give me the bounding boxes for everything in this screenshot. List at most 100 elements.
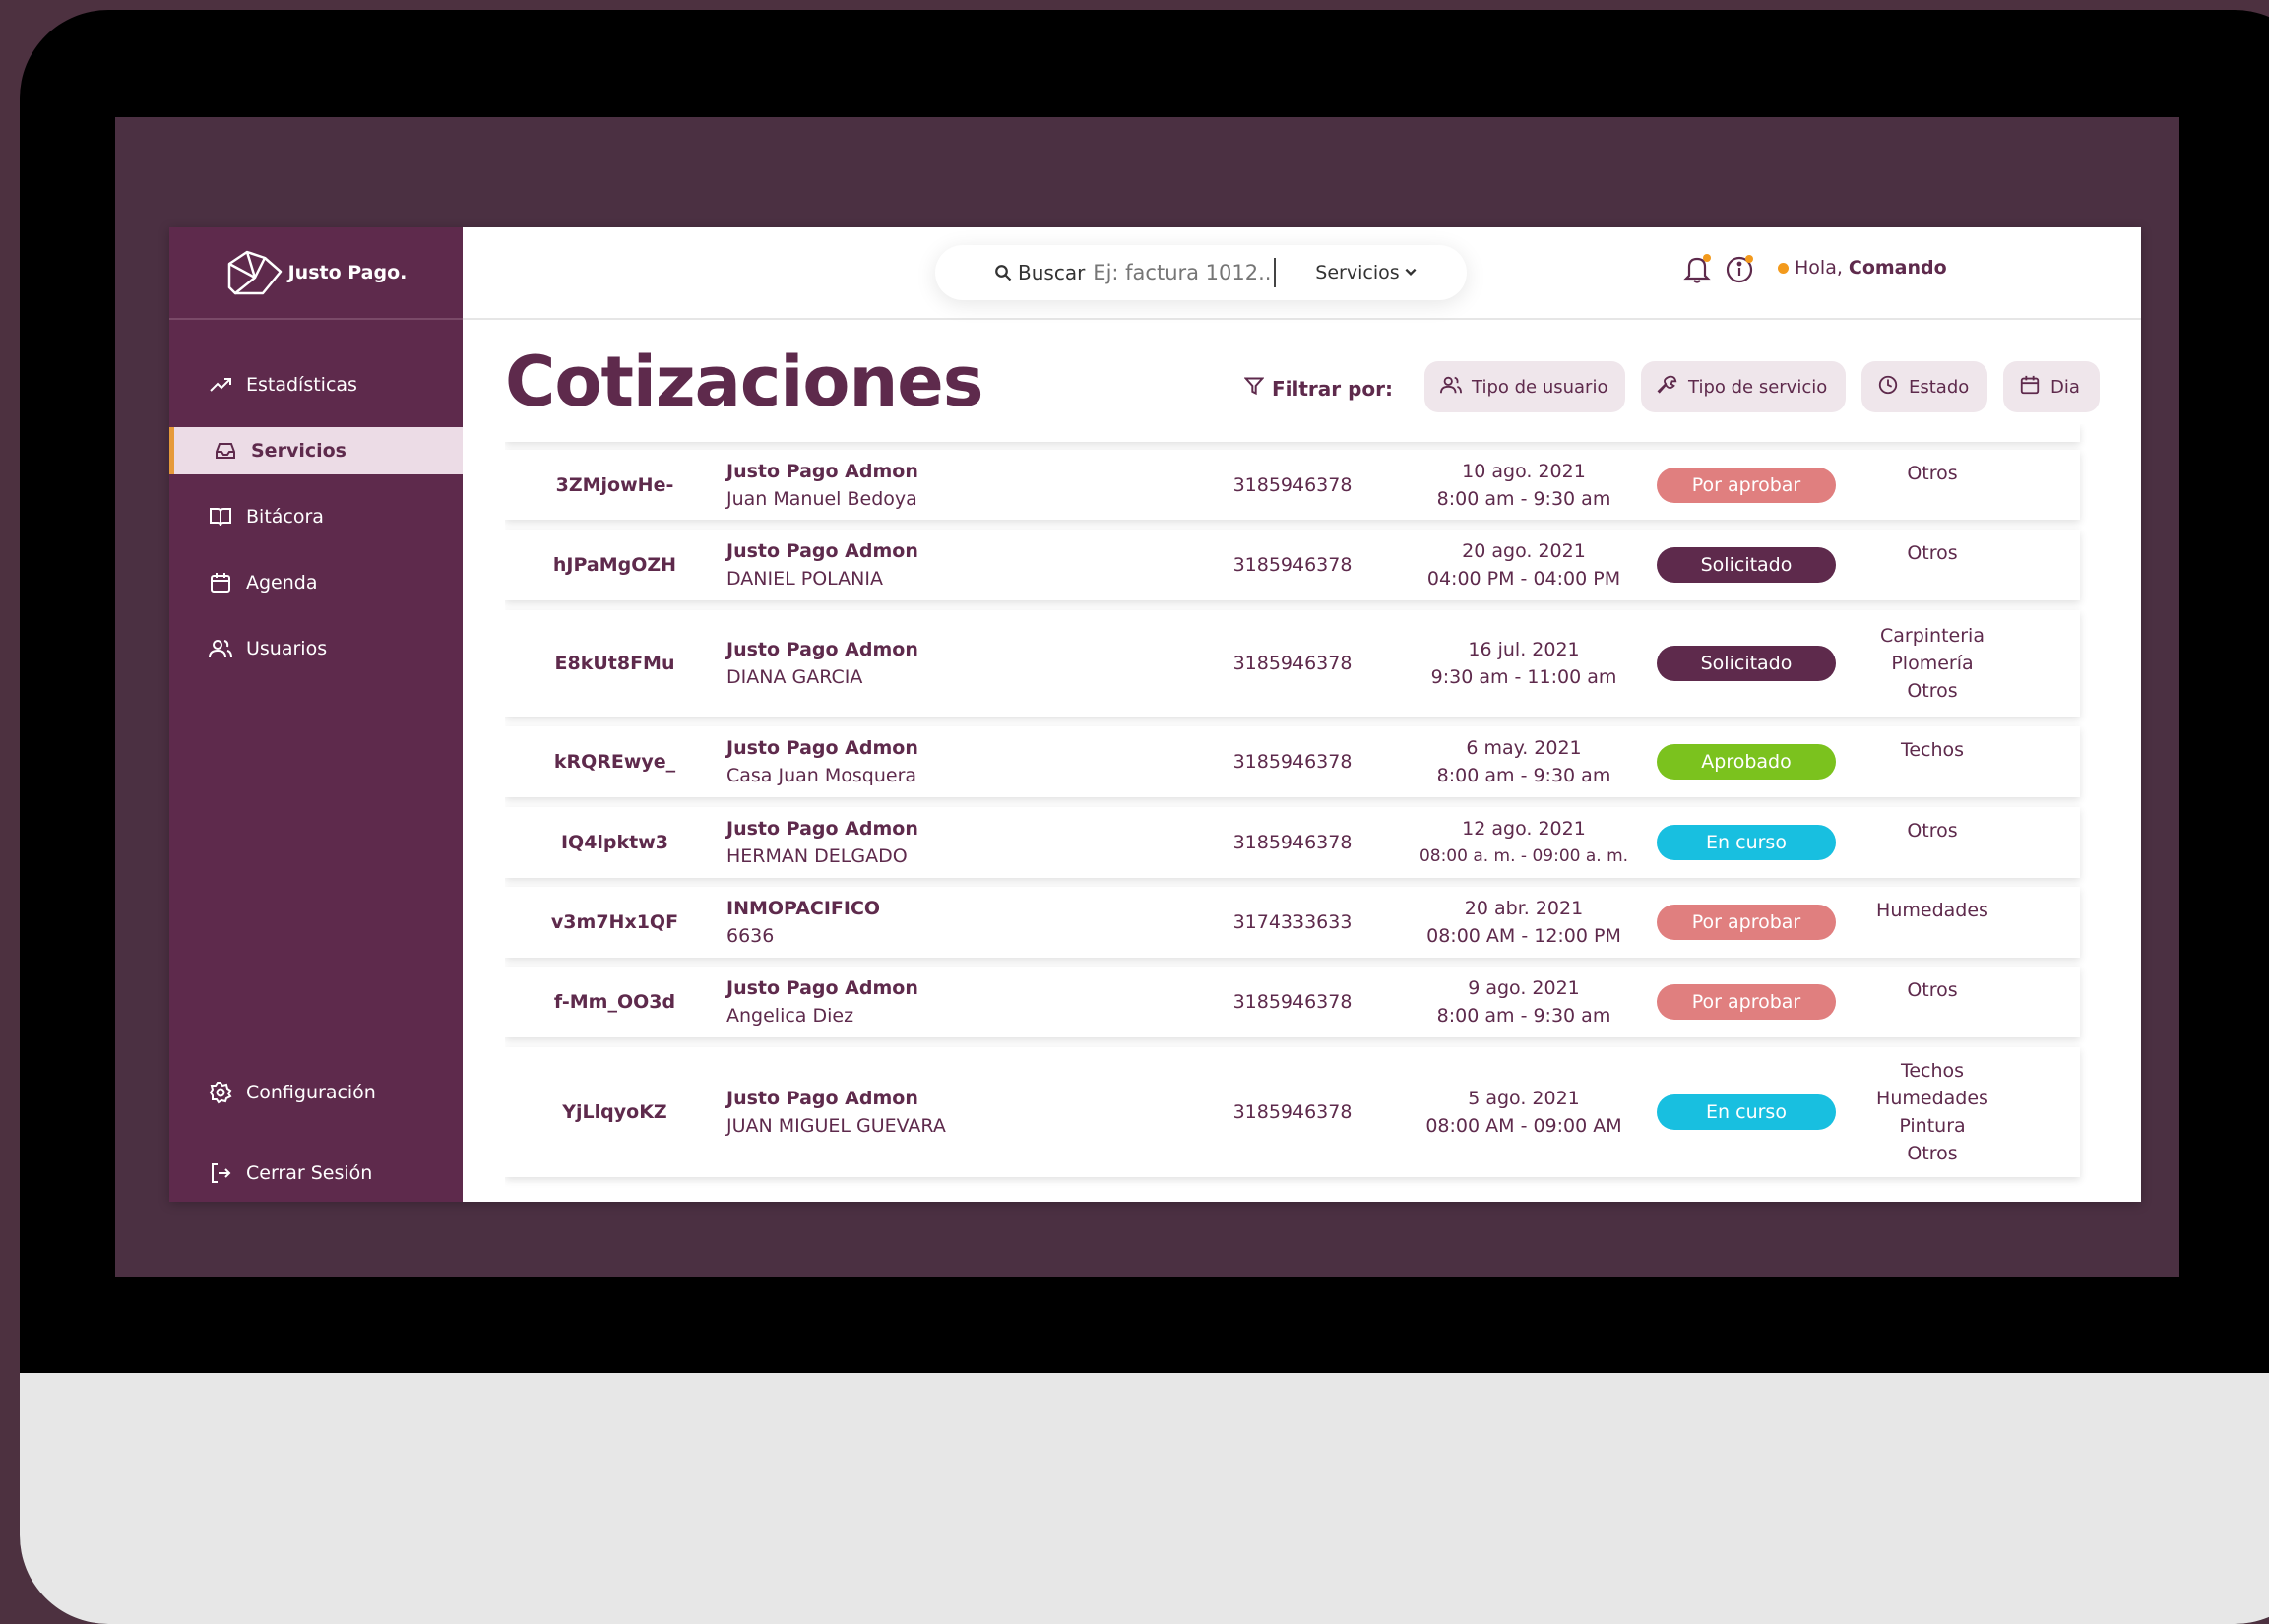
logo[interactable]: Justo Pago.: [169, 227, 463, 320]
phone: 3185946378: [1232, 554, 1353, 576]
category: Otros: [1907, 820, 1958, 842]
status-cell: Aprobado: [1657, 726, 1836, 797]
filter-label: Filtrar por:: [1243, 376, 1394, 401]
date: 9 ago. 2021: [1468, 977, 1580, 999]
search-bar[interactable]: Buscar Servicios: [935, 245, 1467, 300]
category: Plomería: [1891, 653, 1974, 674]
time-range: 8:00 am - 9:30 am: [1436, 487, 1611, 510]
sidebar-item-agenda[interactable]: Agenda: [169, 559, 463, 606]
quote-id: kRQREwye_: [553, 751, 676, 773]
sidebar-item-configuracion[interactable]: Configuración: [169, 1069, 463, 1116]
sidebar-item-cerrar-sesion[interactable]: Cerrar Sesión: [169, 1150, 463, 1197]
inbox-icon: [214, 439, 237, 463]
category: Humedades: [1876, 900, 1988, 921]
table-row[interactable]: YjLlqyoKZ Justo Pago Admon JUAN MIGUEL G…: [505, 1047, 2080, 1177]
client-name: HERMAN DELGADO: [726, 845, 908, 867]
phone: 3185946378: [1232, 1101, 1353, 1123]
search-label: Buscar: [1018, 261, 1086, 284]
categories-cell: Humedades: [1863, 887, 2001, 958]
client-name: JUAN MIGUEL GUEVARA: [726, 1115, 946, 1137]
user-greeting[interactable]: Hola, Comando: [1778, 257, 1947, 279]
status-badge: En curso: [1657, 825, 1836, 860]
services-dropdown[interactable]: Servicios: [1315, 262, 1417, 283]
greeting-prefix: Hola,: [1795, 257, 1843, 279]
client-company: INMOPACIFICO: [726, 898, 881, 919]
status-cell: Por aprobar: [1657, 967, 1836, 1037]
category: Techos: [1900, 1060, 1965, 1082]
sidebar: Justo Pago. Estadísticas Servicios Bitác…: [169, 227, 463, 1202]
client-name: Angelica Diez: [726, 1005, 854, 1027]
brand-name: Justo Pago.: [287, 261, 408, 283]
categories-cell: Carpinteria Plomería Otros: [1863, 610, 2001, 717]
categories-cell: Otros: [1863, 450, 2001, 520]
time-range: 8:00 am - 9:30 am: [1436, 1005, 1611, 1027]
sidebar-item-label: Agenda: [246, 572, 318, 593]
search-icon: [994, 264, 1012, 281]
status-cell: En curso: [1657, 807, 1836, 878]
sidebar-bottom: Configuración Cerrar Sesión: [169, 1069, 463, 1202]
phone: 3185946378: [1232, 653, 1353, 674]
sidebar-item-estadisticas[interactable]: Estadísticas: [169, 361, 463, 408]
calendar-icon: [209, 571, 232, 594]
date-cell: 16 jul. 2021 9:30 am - 11:00 am: [1411, 610, 1637, 717]
filter-label-text: Filtrar por:: [1272, 376, 1394, 401]
categories-cell: Techos Humedades Pintura Otros: [1863, 1047, 2001, 1177]
notifications-bell-icon[interactable]: [1683, 253, 1713, 284]
status-badge: En curso: [1657, 1094, 1836, 1130]
users-icon: [1440, 374, 1462, 401]
filter-chip-dia[interactable]: Dia: [2003, 361, 2100, 412]
filter-chip-label: Tipo de servicio: [1688, 376, 1828, 398]
client-name: Casa Juan Mosquera: [726, 765, 917, 786]
date: 16 jul. 2021: [1468, 639, 1580, 660]
table-row[interactable]: hJPaMgOZH Justo Pago Admon DANIEL POLANI…: [505, 530, 2080, 600]
category: Otros: [1907, 463, 1958, 484]
filter-chip-tipo-servicio[interactable]: Tipo de servicio: [1641, 361, 1846, 412]
table-row[interactable]: E8kUt8FMu Justo Pago Admon DIANA GARCIA …: [505, 610, 2080, 717]
justo-pago-logo-icon: [225, 248, 283, 297]
users-icon: [209, 637, 232, 660]
categories-cell: Otros: [1863, 807, 2001, 878]
screen: Justo Pago. Estadísticas Servicios Bitác…: [115, 117, 2179, 1277]
category: Humedades: [1876, 1088, 1988, 1109]
quote-id: E8kUt8FMu: [554, 653, 675, 674]
time-range: 04:00 PM - 04:00 PM: [1426, 568, 1621, 590]
device-chin: [20, 1373, 2269, 1624]
table-row[interactable]: IQ4lpktw3 Justo Pago Admon HERMAN DELGAD…: [505, 807, 2080, 878]
category: Otros: [1907, 542, 1958, 564]
table-row[interactable]: kRQREwye_ Justo Pago Admon Casa Juan Mos…: [505, 726, 2080, 797]
topbar: Buscar Servicios: [463, 227, 2141, 320]
book-icon: [209, 505, 232, 529]
sidebar-item-bitacora[interactable]: Bitácora: [169, 493, 463, 540]
info-icon[interactable]: [1725, 253, 1756, 284]
date: 20 ago. 2021: [1462, 540, 1586, 562]
sidebar-item-servicios[interactable]: Servicios: [169, 427, 463, 474]
quote-id: hJPaMgOZH: [552, 554, 677, 576]
search-input[interactable]: [1093, 261, 1271, 284]
client-cell: Justo Pago Admon Casa Juan Mosquera: [726, 726, 918, 797]
sidebar-nav: Estadísticas Servicios Bitácora Agenda U…: [169, 361, 463, 691]
time-range: 08:00 a. m. - 09:00 a. m.: [1418, 846, 1629, 866]
sidebar-item-label: Bitácora: [246, 506, 324, 528]
filter-icon: [1243, 376, 1265, 401]
sidebar-item-usuarios[interactable]: Usuarios: [169, 625, 463, 672]
date-cell: 6 may. 2021 8:00 am - 9:30 am: [1411, 726, 1637, 797]
table-row[interactable]: f-Mm_OO3d Justo Pago Admon Angelica Diez…: [505, 967, 2080, 1037]
status-cell: Por aprobar: [1657, 450, 1836, 520]
client-cell: Justo Pago Admon JUAN MIGUEL GUEVARA: [726, 1047, 946, 1177]
status-badge: Por aprobar: [1657, 467, 1836, 503]
gear-icon: [209, 1081, 232, 1104]
filter-chip-estado[interactable]: Estado: [1861, 361, 1987, 412]
category: Otros: [1907, 979, 1958, 1001]
categories-cell: Otros: [1863, 967, 2001, 1037]
category: Otros: [1907, 1143, 1958, 1164]
time-range: 8:00 am - 9:30 am: [1436, 765, 1611, 786]
phone: 3185946378: [1232, 832, 1353, 853]
table-row[interactable]: v3m7Hx1QF INMOPACIFICO 6636 3174333633 2…: [505, 887, 2080, 958]
client-name: Juan Manuel Bedoya: [726, 487, 917, 510]
table-row[interactable]: 3ZMjowHe- Justo Pago Admon Juan Manuel B…: [505, 450, 2080, 520]
phone: 3185946378: [1232, 751, 1353, 773]
category: Pintura: [1899, 1115, 1966, 1137]
filter-chip-label: Dia: [2050, 376, 2080, 398]
filter-chip-tipo-usuario[interactable]: Tipo de usuario: [1424, 361, 1625, 412]
client-name: DIANA GARCIA: [726, 666, 863, 688]
